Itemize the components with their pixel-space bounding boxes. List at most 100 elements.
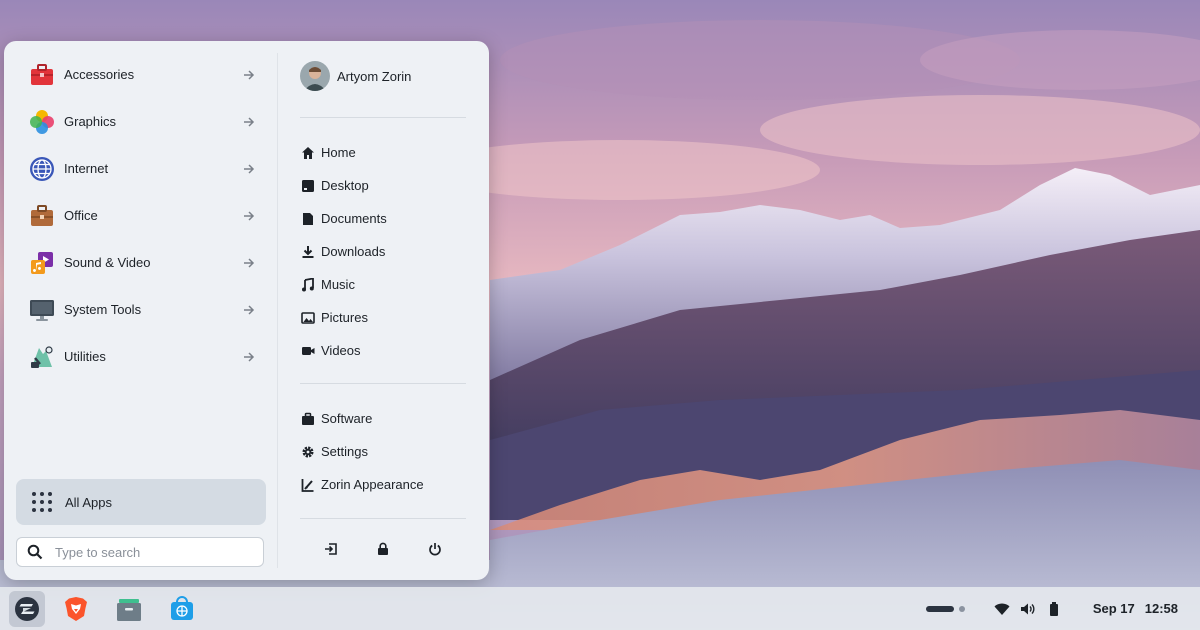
avatar <box>300 61 330 91</box>
files-button[interactable] <box>111 591 147 627</box>
media-icon <box>28 249 56 277</box>
place-label: Videos <box>321 343 361 358</box>
separator <box>300 117 466 118</box>
place-desktop[interactable]: Desktop <box>300 169 470 202</box>
power-button[interactable] <box>424 538 446 560</box>
category-accessories[interactable]: Accessories <box>16 51 266 98</box>
category-utilities[interactable]: Utilities <box>16 333 266 380</box>
clock-date: Sep 17 <box>1092 601 1135 616</box>
category-system-tools[interactable]: System Tools <box>16 286 266 333</box>
system-settings[interactable]: Settings <box>300 435 470 468</box>
document-icon <box>300 211 316 227</box>
file-cabinet-icon <box>117 599 141 621</box>
place-documents[interactable]: Documents <box>300 202 470 235</box>
lock-button[interactable] <box>372 538 394 560</box>
zorin-logo-icon <box>15 597 39 621</box>
logout-button[interactable] <box>320 538 342 560</box>
utilities-icon <box>28 343 56 371</box>
toolbox-icon <box>28 61 56 89</box>
lock-icon <box>378 542 388 555</box>
store-bag-icon <box>171 596 193 620</box>
category-label: Internet <box>64 161 109 176</box>
arrow-right-icon <box>242 162 256 176</box>
search-box[interactable] <box>16 537 264 567</box>
place-label: Downloads <box>321 244 386 259</box>
search-icon <box>27 544 43 560</box>
all-apps-label: All Apps <box>65 494 112 510</box>
graphics-icon <box>28 108 56 136</box>
place-pictures[interactable]: Pictures <box>300 301 470 334</box>
category-label: Utilities <box>64 349 106 364</box>
system-label: Settings <box>321 444 368 459</box>
separator <box>300 383 466 384</box>
inactive-workspace-dot <box>958 605 965 612</box>
desktop-icon <box>300 178 316 194</box>
picture-icon <box>300 310 316 326</box>
arrow-right-icon <box>242 303 256 317</box>
active-workspace-dot <box>925 605 954 612</box>
places-pane: Artyom Zorin Home Desktop Documents Down… <box>278 41 489 580</box>
grid-icon <box>31 491 53 513</box>
place-label: Documents <box>321 211 387 226</box>
clock-time: 12:58 <box>1144 601 1178 616</box>
place-home[interactable]: Home <box>300 136 470 169</box>
place-label: Home <box>321 145 356 160</box>
search-input[interactable] <box>53 543 247 561</box>
category-internet[interactable]: Internet <box>16 145 266 192</box>
wifi-icon[interactable] <box>993 600 1011 618</box>
system-tray: Sep 17 12:58 <box>925 587 1200 630</box>
category-label: System Tools <box>64 302 142 317</box>
logout-icon <box>325 543 337 555</box>
place-label: Desktop <box>321 178 369 193</box>
place-videos[interactable]: Videos <box>300 334 470 367</box>
place-label: Pictures <box>321 310 368 325</box>
power-icon <box>429 543 441 556</box>
brave-browser-button[interactable] <box>58 591 94 627</box>
globe-icon <box>28 155 56 183</box>
arrow-right-icon <box>242 256 256 270</box>
system-zorin-appearance[interactable]: Zorin Appearance <box>300 468 470 501</box>
home-icon <box>300 145 316 161</box>
user-account[interactable]: Artyom Zorin <box>300 61 411 91</box>
monitor-icon <box>28 296 56 324</box>
system-label: Software <box>321 411 373 426</box>
brave-lion-icon <box>65 597 87 621</box>
arrow-right-icon <box>242 115 256 129</box>
user-name: Artyom Zorin <box>337 68 412 84</box>
workspace-indicator[interactable] <box>925 605 965 612</box>
bag-icon <box>300 411 316 427</box>
battery-icon[interactable] <box>1045 600 1063 618</box>
system-label: Zorin Appearance <box>321 477 424 492</box>
video-icon <box>300 343 316 359</box>
session-buttons <box>300 538 466 568</box>
briefcase-icon <box>28 202 56 230</box>
category-label: Graphics <box>64 114 117 129</box>
zorin-menu-button[interactable] <box>9 591 45 627</box>
start-menu: Accessories Graphics Internet Office Sou… <box>4 41 489 580</box>
category-pane: Accessories Graphics Internet Office Sou… <box>4 41 277 580</box>
category-graphics[interactable]: Graphics <box>16 98 266 145</box>
category-label: Office <box>64 208 98 223</box>
system-list: Software Settings Zorin Appearance <box>300 402 470 501</box>
arrow-right-icon <box>242 350 256 364</box>
category-office[interactable]: Office <box>16 192 266 239</box>
places-list: Home Desktop Documents Downloads Music P… <box>300 136 470 367</box>
place-label: Music <box>321 277 355 292</box>
system-software[interactable]: Software <box>300 402 470 435</box>
all-apps-button[interactable]: All Apps <box>16 479 266 525</box>
place-downloads[interactable]: Downloads <box>300 235 470 268</box>
category-label: Sound & Video <box>64 255 151 270</box>
clock[interactable]: Sep 17 12:58 <box>1093 601 1178 616</box>
category-sound-video[interactable]: Sound & Video <box>16 239 266 286</box>
appearance-icon <box>300 477 316 493</box>
music-icon <box>300 277 316 293</box>
gear-icon <box>300 444 316 460</box>
software-store-button[interactable] <box>164 591 200 627</box>
separator <box>300 518 466 519</box>
arrow-right-icon <box>242 209 256 223</box>
category-label: Accessories <box>64 67 135 82</box>
place-music[interactable]: Music <box>300 268 470 301</box>
volume-icon[interactable] <box>1019 600 1037 618</box>
category-list: Accessories Graphics Internet Office Sou… <box>16 51 266 380</box>
arrow-right-icon <box>242 68 256 82</box>
